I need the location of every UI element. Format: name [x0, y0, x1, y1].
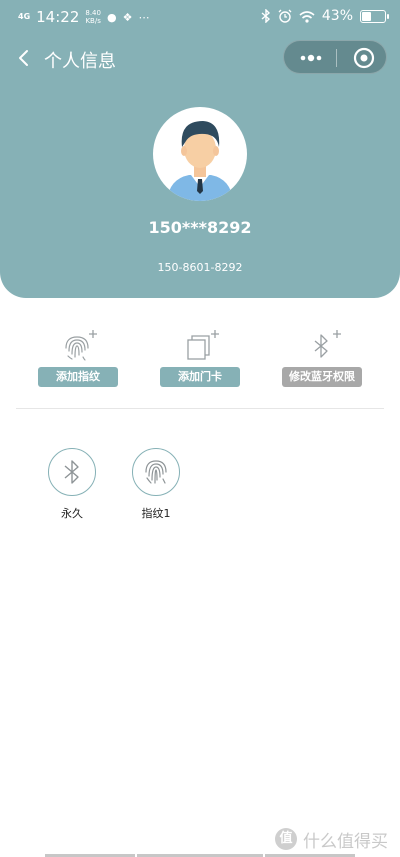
key-label-fingerprint: 指纹1 — [141, 507, 171, 520]
fingerprint-plus-icon — [65, 330, 97, 361]
full-phone-number: 150-8601-8292 — [157, 261, 243, 274]
close-target-icon[interactable] — [352, 46, 376, 70]
modify-bluetooth-button[interactable]: 修改蓝牙权限 — [282, 367, 362, 387]
masked-phone-number: 150***8292 — [148, 218, 252, 237]
modify-bluetooth-action[interactable]: 修改蓝牙权限 — [282, 330, 362, 388]
mini-program-capsule — [283, 40, 387, 74]
network-indicator: 4G — [18, 12, 31, 21]
key-icon-circle — [48, 448, 96, 496]
section-divider — [16, 408, 384, 409]
status-time: 14:22 — [36, 8, 80, 26]
key-item-fingerprint[interactable]: 指纹1 — [132, 448, 180, 520]
key-item-permanent[interactable]: 永久 — [48, 448, 96, 520]
bluetooth-status-icon — [261, 9, 270, 23]
card-plus-icon — [187, 330, 219, 360]
battery-icon — [360, 9, 389, 23]
key-label-permanent: 永久 — [61, 507, 83, 520]
capsule-divider — [336, 49, 337, 67]
network-speed-value: 8.40 — [85, 9, 101, 17]
page-title: 个人信息 — [44, 51, 116, 72]
status-bar: 4G 14:22 8.40 KB/s ● ❖ ⋯ 43% — [0, 0, 400, 34]
back-icon[interactable] — [14, 48, 34, 68]
battery-level — [362, 11, 371, 21]
fingerprint-icon — [145, 460, 167, 484]
wifi-icon — [299, 10, 315, 23]
add-fingerprint-action[interactable]: 添加指纹 — [38, 330, 118, 388]
watermark-logo: 值 — [275, 828, 297, 850]
battery-percent: 43% — [321, 8, 353, 24]
bluetooth-icon — [64, 460, 79, 484]
network-speed-unit: KB/s — [85, 17, 101, 25]
network-speed: 8.40 KB/s — [85, 9, 101, 25]
key-icon-circle — [132, 448, 180, 496]
more-notifications-icon: ⋯ — [138, 10, 150, 24]
add-card-action[interactable]: 添加门卡 — [160, 330, 240, 388]
bluetooth-plus-icon — [314, 330, 341, 358]
more-dots-icon[interactable] — [296, 46, 326, 70]
nav-bar: 个人信息 — [0, 38, 400, 78]
watermark: 值 什么值得买 — [275, 826, 388, 852]
watermark-text: 什么值得买 — [303, 831, 388, 852]
notification-icon: ● — [106, 10, 117, 24]
add-card-button[interactable]: 添加门卡 — [160, 367, 240, 387]
profile-header: 4G 14:22 8.40 KB/s ● ❖ ⋯ 43% 个人信息 150***… — [0, 0, 400, 298]
avatar-person-icon — [167, 121, 233, 201]
alarm-icon — [278, 9, 292, 23]
app-notification-icon: ❖ — [122, 10, 133, 24]
avatar[interactable] — [153, 107, 247, 201]
add-fingerprint-button[interactable]: 添加指纹 — [38, 367, 118, 387]
